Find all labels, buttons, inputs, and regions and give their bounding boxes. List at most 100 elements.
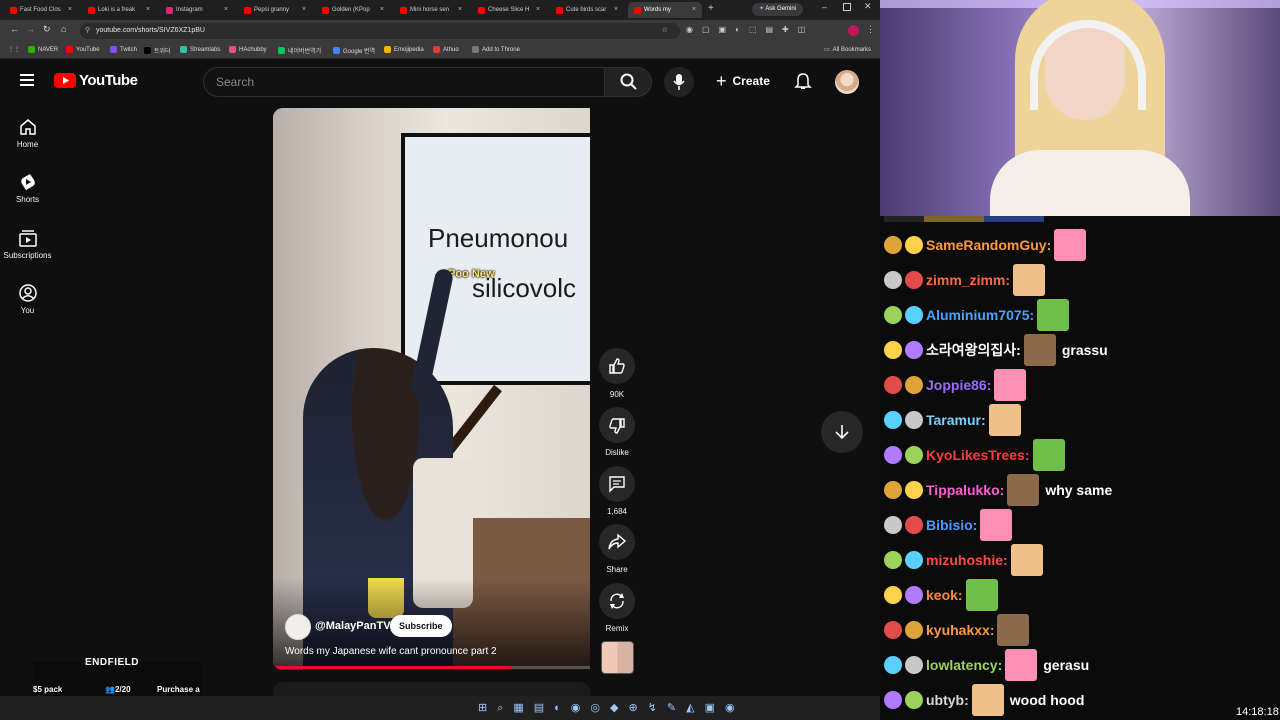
- close-window-button[interactable]: ✕: [864, 1, 872, 12]
- chat-username[interactable]: KyoLikesTrees:: [926, 447, 1030, 463]
- bookmark-item[interactable]: Streamlabs: [180, 46, 220, 53]
- bookmark-item[interactable]: 네이버번역기: [278, 46, 321, 55]
- channel-name[interactable]: @MalayPanTV: [315, 620, 391, 632]
- ask-gemini-button[interactable]: ✦ Ask Gemini: [752, 3, 804, 16]
- chat-username[interactable]: Joppie86:: [926, 377, 991, 393]
- taskbar-icons[interactable]: ⊞⌕▦▤◐◉◎◆⊕↯✎◭▣◉: [478, 701, 745, 715]
- tab-close-icon[interactable]: ×: [380, 2, 384, 18]
- menu-dots-icon[interactable]: ⋮: [866, 24, 875, 35]
- tab-close-icon[interactable]: ×: [224, 2, 228, 18]
- bookmark-item[interactable]: Twitch: [110, 46, 137, 53]
- bookmark-label: 트위터: [154, 49, 171, 55]
- bookmark-item[interactable]: 트위터: [144, 46, 171, 55]
- youtube-logo[interactable]: YouTube: [54, 72, 138, 89]
- remix-button[interactable]: [599, 583, 635, 619]
- tab-close-icon[interactable]: ×: [614, 2, 618, 18]
- minimize-button[interactable]: –: [822, 2, 827, 12]
- chat-username[interactable]: Bibisio:: [926, 517, 977, 533]
- forward-icon[interactable]: →: [26, 24, 35, 34]
- bookmark-item[interactable]: Google 번역: [333, 46, 375, 55]
- comment-icon: [609, 476, 625, 493]
- chat-username[interactable]: Taramur:: [926, 412, 986, 428]
- bookmark-item[interactable]: Emojipedia: [384, 46, 424, 53]
- tab-close-icon[interactable]: ×: [302, 2, 306, 18]
- chat-username[interactable]: SameRandomGuy:: [926, 237, 1051, 253]
- home-page-icon[interactable]: ⌂: [61, 24, 66, 34]
- channel-avatar[interactable]: [285, 614, 311, 640]
- browser-tab[interactable]: Pepsi granny ×: [238, 2, 312, 18]
- bookmark-item[interactable]: HAchubby: [229, 46, 267, 53]
- browser-tab[interactable]: Cute birds scar ×: [550, 2, 624, 18]
- bookmark-item[interactable]: NAVER: [28, 46, 58, 53]
- extension-icons[interactable]: ◉▢▣◐⬚▤✚◫: [686, 25, 814, 34]
- back-icon[interactable]: ←: [10, 24, 19, 34]
- browser-tab[interactable]: Words my ×: [628, 2, 702, 18]
- browser-tab[interactable]: Cheese Slice H ×: [472, 2, 546, 18]
- account-avatar[interactable]: [835, 70, 859, 94]
- voice-search-button[interactable]: [664, 67, 694, 97]
- sidebar-item-home[interactable]: Home: [0, 118, 55, 149]
- sidebar-item-shorts[interactable]: Shorts: [0, 173, 55, 204]
- tab-favicon-icon: [244, 6, 251, 14]
- reload-icon[interactable]: ↻: [43, 24, 51, 35]
- short-video-player[interactable]: Pneumonou silicovolc Poo New @MalayPanTV…: [273, 108, 590, 670]
- chat-badge-icon: [884, 586, 902, 604]
- dislike-button[interactable]: [599, 407, 635, 443]
- chat-username[interactable]: keok:: [926, 587, 963, 603]
- bookmark-star-icon[interactable]: ☆: [662, 23, 668, 39]
- site-info-icon: ⚲: [85, 27, 91, 34]
- browser-tab[interactable]: Fast Food Clos ×: [4, 2, 78, 18]
- tab-close-icon[interactable]: ×: [146, 2, 150, 18]
- chat-username[interactable]: Aluminium7075:: [926, 307, 1034, 323]
- chat-username[interactable]: Tippalukko:: [926, 482, 1004, 498]
- maximize-button[interactable]: [843, 3, 851, 11]
- bookmark-item[interactable]: Add to Throne: [472, 46, 520, 53]
- short-title: Words my Japanese wife cant pronounce pa…: [285, 646, 497, 657]
- create-button[interactable]: + Create: [716, 72, 770, 90]
- subscribe-button[interactable]: Subscribe: [390, 615, 452, 637]
- chat-emote-icon: [965, 579, 998, 611]
- sound-thumbnail[interactable]: [601, 641, 634, 674]
- sidebar-item-subscriptions[interactable]: Subscriptions: [0, 229, 55, 260]
- browser-tab[interactable]: Mini horse sen ×: [394, 2, 468, 18]
- chat-username[interactable]: ubtyb:: [926, 692, 969, 708]
- browser-tab[interactable]: Loki is a freak ×: [82, 2, 156, 18]
- address-bar[interactable]: ⚲ youtube.com/shorts/SIVZ6XZ1pBU ☆: [80, 23, 680, 39]
- chat-username[interactable]: kyuhakxx:: [926, 622, 994, 638]
- chat-emote-icon: [1023, 334, 1056, 366]
- chat-badge-icon: [884, 236, 902, 254]
- bookmark-item[interactable]: YouTube: [66, 46, 100, 53]
- tab-close-icon[interactable]: ×: [68, 2, 72, 18]
- chat-badge-icon: [884, 481, 902, 499]
- tab-close-icon[interactable]: ×: [458, 2, 462, 18]
- chat-username[interactable]: 소라여왕의집사:: [926, 340, 1021, 360]
- browser-tab[interactable]: Instagram ×: [160, 2, 234, 18]
- new-tab-button[interactable]: +: [708, 3, 714, 14]
- comments-button[interactable]: [599, 466, 635, 502]
- chat-username[interactable]: zimm_zimm:: [926, 272, 1010, 288]
- share-button[interactable]: [599, 524, 635, 560]
- tab-close-icon[interactable]: ×: [692, 2, 696, 18]
- next-video-button[interactable]: [821, 411, 863, 453]
- video-progress-bar[interactable]: [273, 666, 590, 669]
- search-button[interactable]: [604, 67, 652, 97]
- tab-close-icon[interactable]: ×: [536, 2, 540, 18]
- share-label: Share: [606, 565, 628, 574]
- like-button[interactable]: [599, 348, 635, 384]
- chat-username[interactable]: mizuhoshie:: [926, 552, 1008, 568]
- chat-username[interactable]: lowlatency:: [926, 657, 1002, 673]
- browser-tab-bar: Fast Food Clos × Loki is a freak × Instagram…: [0, 0, 880, 20]
- menu-icon[interactable]: [20, 73, 34, 91]
- browser-tab[interactable]: Golden (KPop ×: [316, 2, 390, 18]
- notifications-button[interactable]: [794, 72, 812, 95]
- sidebar-item-you[interactable]: You: [0, 284, 55, 315]
- chat-badge-icon: [905, 306, 923, 324]
- bookmark-item[interactable]: Athuo: [433, 46, 459, 53]
- all-bookmarks-folder[interactable]: ▭ All Bookmarks: [824, 46, 871, 54]
- clock: 14:18:18: [1236, 706, 1279, 718]
- apps-icon[interactable]: ⋮⋮: [8, 46, 20, 53]
- search-input[interactable]: Search: [203, 67, 605, 97]
- profile-avatar[interactable]: [848, 25, 859, 36]
- chat-emote-icon: [1007, 474, 1040, 506]
- chat-message: Joppie86:: [884, 369, 1027, 401]
